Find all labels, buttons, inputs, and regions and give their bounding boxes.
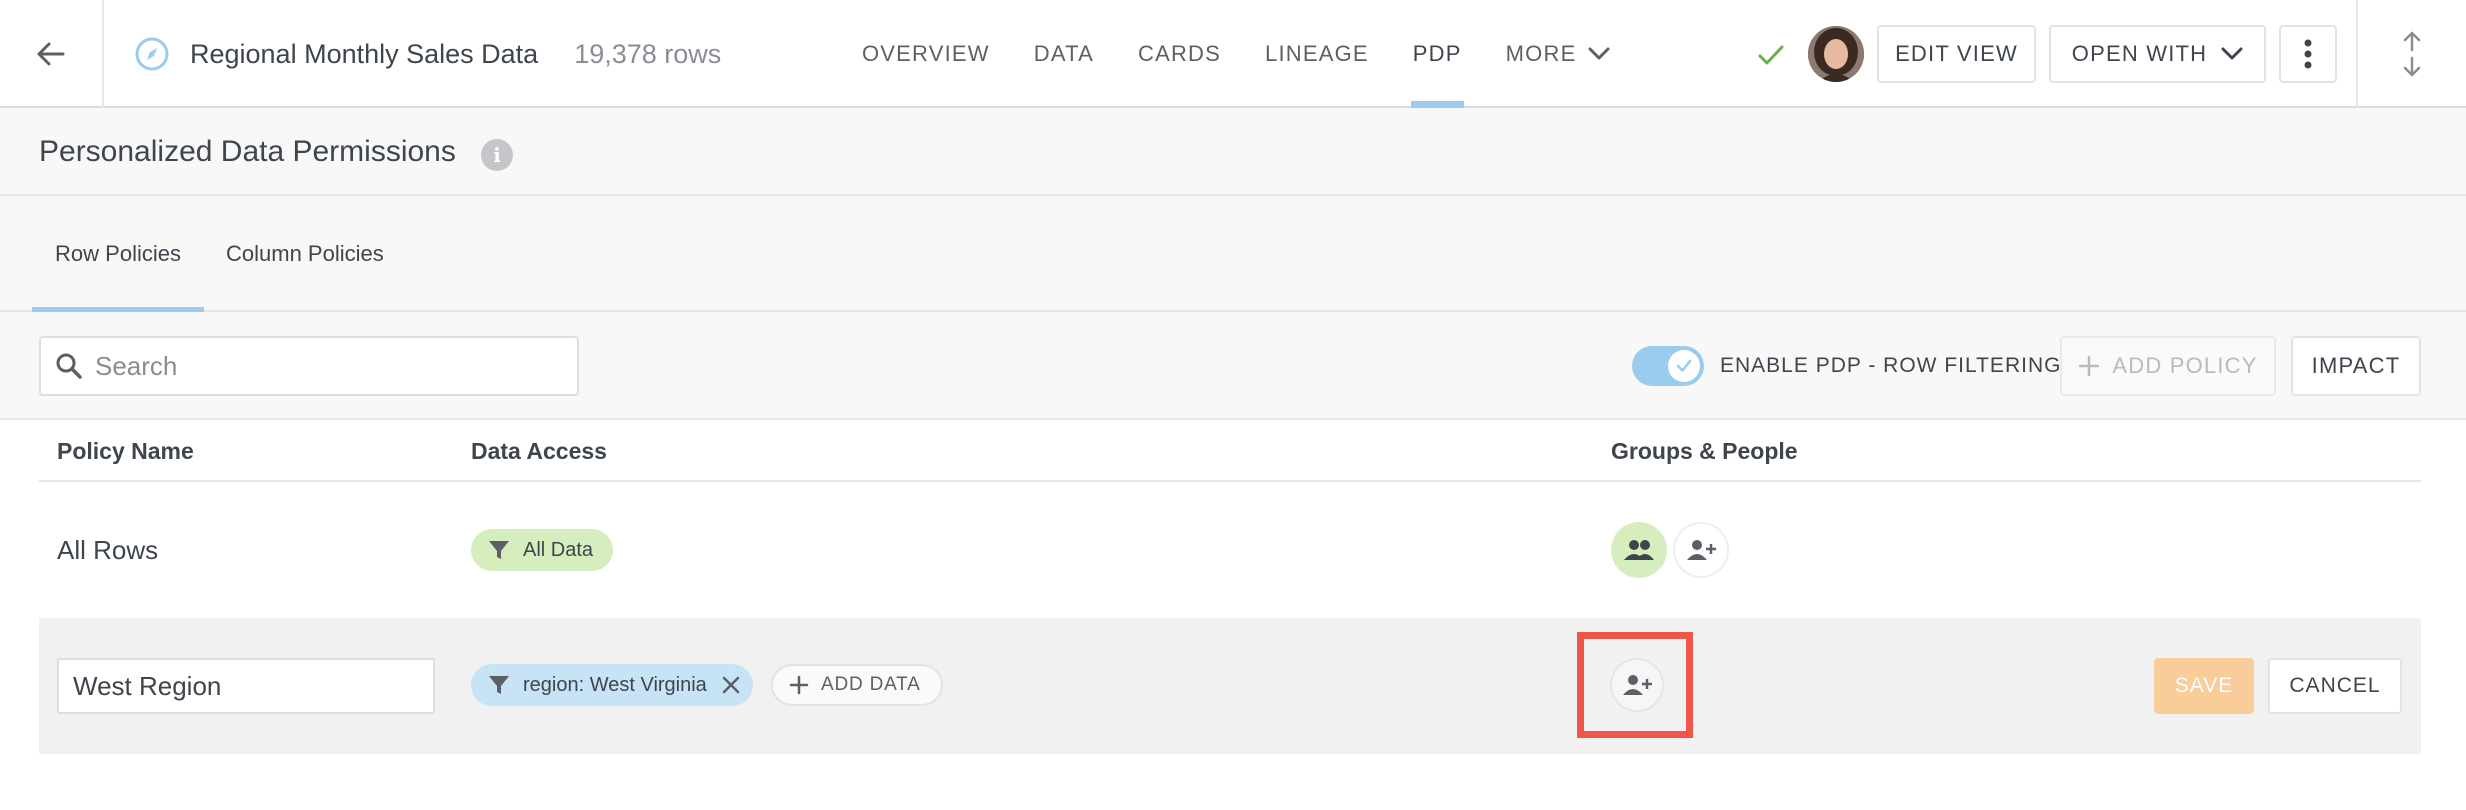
- expand-collapse-button[interactable]: [2356, 0, 2466, 108]
- nav-more-label: MORE: [1505, 41, 1577, 66]
- data-access-filter[interactable]: region: West Virginia: [471, 664, 753, 706]
- chevron-down-icon: [1588, 47, 1610, 61]
- arrow-left-icon: [37, 42, 65, 66]
- add-policy-button[interactable]: ADD POLICY: [2060, 336, 2276, 396]
- policy-toolbar: ENABLE PDP - ROW FILTERING ADD POLICY IM…: [0, 312, 2466, 420]
- tab-column-policies[interactable]: Column Policies: [226, 196, 384, 312]
- edit-view-button[interactable]: EDIT VIEW: [1877, 25, 2036, 83]
- group-icon[interactable]: [1611, 522, 1667, 578]
- compass-icon: [134, 36, 170, 72]
- highlight-annotation: [1577, 632, 1693, 738]
- main-nav: OVERVIEW DATA CARDS LINEAGE PDP MORE: [862, 0, 1654, 108]
- checkmark-icon: [1676, 359, 1692, 372]
- open-with-label: OPEN WITH: [2071, 41, 2208, 66]
- policy-name-input[interactable]: [57, 658, 435, 714]
- dataset-title: Regional Monthly Sales Data: [190, 38, 539, 69]
- vertical-arrows-icon: [2403, 31, 2421, 77]
- pdp-row-filter-toggle[interactable]: [1632, 346, 1704, 386]
- kebab-menu-icon: [2304, 39, 2312, 69]
- filter-icon: [487, 673, 511, 697]
- nav-data[interactable]: DATA: [1034, 0, 1094, 108]
- nav-cards[interactable]: CARDS: [1138, 0, 1221, 108]
- add-person-icon: [1687, 540, 1716, 560]
- add-data-button[interactable]: ADD DATA: [771, 664, 943, 706]
- search-icon: [56, 353, 82, 379]
- save-button[interactable]: SAVE: [2154, 658, 2254, 714]
- remove-filter-icon[interactable]: [721, 675, 741, 695]
- plus-icon: [789, 675, 809, 695]
- add-policy-label: ADD POLICY: [2112, 353, 2258, 378]
- column-header-data-access: Data Access: [471, 437, 607, 464]
- search-box: [39, 336, 579, 396]
- chevron-down-icon: [2221, 47, 2243, 61]
- column-header-policy-name: Policy Name: [57, 437, 194, 464]
- tab-row-policies[interactable]: Row Policies: [32, 196, 204, 314]
- filter-label: region: West Virginia: [523, 673, 707, 696]
- data-access-label: All Data: [523, 538, 594, 561]
- toggle-label: ENABLE PDP - ROW FILTERING: [1720, 354, 2062, 377]
- search-input[interactable]: [95, 350, 565, 382]
- nav-lineage[interactable]: LINEAGE: [1265, 0, 1369, 108]
- nav-overview[interactable]: OVERVIEW: [862, 0, 990, 108]
- plus-icon: [2078, 355, 2100, 377]
- add-data-label: ADD DATA: [821, 674, 921, 695]
- row-count: 19,378 rows: [574, 38, 722, 69]
- policy-name: All Rows: [57, 534, 159, 565]
- dataset-title-area: Regional Monthly Sales Data 19,378 rows: [134, 0, 721, 108]
- table-row-editing: region: West Virginia ADD DATA SAVE CANC…: [39, 618, 2421, 754]
- open-with-button[interactable]: OPEN WITH: [2049, 25, 2266, 83]
- table-header: Policy Name Data Access Groups & People: [39, 420, 2421, 482]
- data-access-filter[interactable]: All Data: [471, 529, 614, 571]
- add-person-button[interactable]: [1673, 522, 1729, 578]
- info-icon[interactable]: i: [481, 139, 513, 171]
- policy-tabs: Row Policies Column Policies: [0, 196, 2466, 314]
- nav-pdp[interactable]: PDP: [1410, 0, 1464, 108]
- checkmark-icon: [1756, 40, 1786, 70]
- table-row: All Rows All Data: [39, 482, 2421, 618]
- nav-more[interactable]: MORE: [1506, 0, 1611, 108]
- impact-button[interactable]: IMPACT: [2291, 336, 2421, 396]
- top-header: Regional Monthly Sales Data 19,378 rows …: [0, 0, 2466, 108]
- page-title: Personalized Data Permissions: [39, 135, 456, 168]
- back-button[interactable]: [0, 0, 104, 108]
- section-header: Personalized Data Permissions: [0, 108, 2466, 196]
- avatar[interactable]: [1808, 26, 1864, 82]
- more-options-button[interactable]: [2279, 25, 2337, 83]
- column-header-groups-people: Groups & People: [1611, 437, 1798, 464]
- cancel-button[interactable]: CANCEL: [2268, 658, 2402, 714]
- toggle-knob: [1668, 350, 1700, 382]
- filter-icon: [487, 538, 511, 562]
